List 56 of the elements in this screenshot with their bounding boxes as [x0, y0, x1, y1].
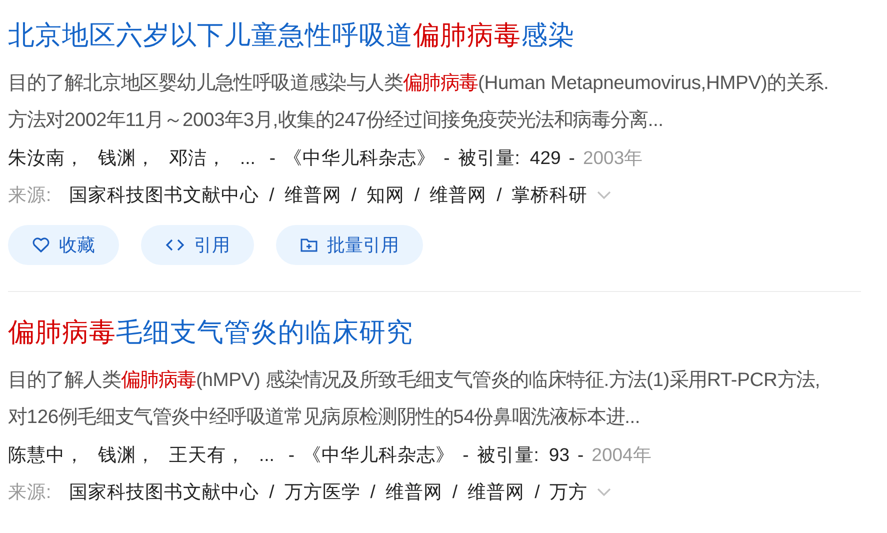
- source-link[interactable]: 国家科技图书文献中心: [69, 473, 260, 510]
- author-link[interactable]: 朱汝南，: [8, 139, 84, 176]
- result-title-link[interactable]: 偏肺病毒毛细支气管炎的临床研究: [8, 314, 413, 350]
- source-link[interactable]: 国家科技图书文献中心: [69, 176, 260, 213]
- author-link[interactable]: 钱渊，: [98, 139, 155, 176]
- source-label: 来源:: [8, 183, 52, 207]
- source-link[interactable]: 维普网: [468, 473, 525, 510]
- author-link[interactable]: ...: [259, 436, 274, 473]
- separator: /: [414, 183, 420, 207]
- separator: /: [496, 183, 502, 207]
- separator: /: [534, 480, 540, 504]
- source-link[interactable]: 知网: [366, 176, 404, 213]
- source-link[interactable]: 维普网: [385, 473, 442, 510]
- citation-label: 被引量:: [476, 443, 539, 467]
- citation-count: 93: [548, 443, 570, 467]
- separator: -: [288, 443, 295, 467]
- publication-year: 2004年: [592, 443, 652, 467]
- chevron-down-icon[interactable]: [596, 486, 612, 496]
- source-link[interactable]: 维普网: [284, 176, 342, 213]
- separator: /: [351, 183, 356, 207]
- abstract-text: 对126例毛细支气管炎中经呼吸道常见病原检测阴性的54份鼻咽洗液标本进...: [8, 406, 642, 430]
- separator: -: [462, 443, 469, 467]
- abstract-text: 方法对2002年11月～2003年3月,收集的247份经过间接免疫荧光法和病毒分离...: [8, 108, 664, 133]
- source-link[interactable]: 掌桥科研: [512, 176, 588, 213]
- code-icon: [165, 238, 185, 252]
- journal-link[interactable]: 《中华儿科杂志》: [302, 436, 455, 473]
- author-link[interactable]: 陈慧中，: [8, 436, 84, 473]
- author-link[interactable]: 王天有，: [169, 436, 245, 473]
- citation-label: 被引量:: [458, 146, 520, 170]
- separator: /: [370, 480, 376, 504]
- separator: -: [568, 146, 575, 170]
- separator: /: [452, 480, 458, 504]
- author-link[interactable]: 邓洁，: [169, 139, 226, 176]
- source-label: 来源:: [8, 480, 52, 504]
- folder-plus-icon: [300, 237, 318, 253]
- result-title-link[interactable]: 北京地区六岁以下儿童急性呼吸道偏肺病毒感染: [8, 17, 575, 53]
- source-link[interactable]: 维普网: [430, 176, 487, 213]
- source-link[interactable]: 万方医学: [284, 473, 360, 510]
- cite-button[interactable]: 引用: [141, 225, 254, 265]
- batch-cite-button[interactable]: 批量引用: [276, 225, 423, 265]
- separator: -: [444, 146, 450, 170]
- journal-link[interactable]: 《中华儿科杂志》: [284, 139, 436, 176]
- separator: -: [269, 146, 276, 170]
- citation-count: 429: [530, 146, 561, 170]
- favorite-button[interactable]: 收藏: [8, 225, 119, 265]
- heart-icon: [32, 237, 50, 253]
- abstract-text: 目的了解人类偏肺病毒(hMPV) 感染情况及所致毛细支气管炎的临床特征.方法(1)采用RT-PCR方法,: [8, 368, 822, 393]
- separator: -: [577, 443, 584, 467]
- publication-year: 2003年: [582, 146, 644, 170]
- separator: /: [269, 183, 274, 207]
- separator: /: [269, 480, 274, 504]
- chevron-down-icon[interactable]: [596, 190, 612, 200]
- abstract-text: 目的了解北京地区婴幼儿急性呼吸道感染与人类偏肺病毒(Human Metapneumovirus,HMPV)的关系.: [8, 72, 830, 96]
- author-link[interactable]: ...: [240, 139, 256, 176]
- source-link[interactable]: 万方: [550, 473, 588, 510]
- author-link[interactable]: 钱渊，: [98, 436, 155, 473]
